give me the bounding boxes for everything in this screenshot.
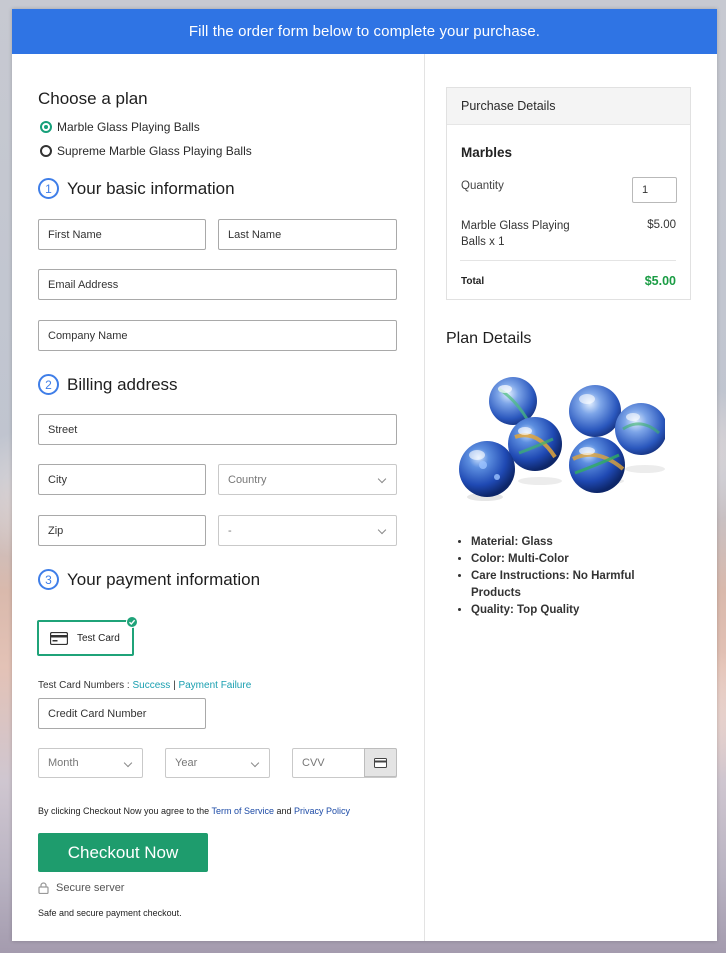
checkout-now-button[interactable]: Checkout Now (38, 833, 208, 872)
city-input[interactable]: City (38, 464, 206, 495)
step-1-icon: 1 (38, 178, 59, 199)
test-card-numbers-label: Test Card Numbers : (38, 680, 133, 691)
banner-text: Fill the order form below to complete yo… (188, 23, 541, 40)
total-amount: $5.00 (644, 274, 676, 288)
plan-details-heading: Plan Details (446, 330, 532, 347)
chevron-down-icon (123, 758, 133, 768)
form-column: Choose a plan Marble Glass Playing Balls… (12, 54, 424, 941)
product-name: Marbles (461, 145, 513, 160)
safe-checkout-text: Safe and secure payment checkout. (38, 908, 182, 918)
quantity-label: Quantity (461, 180, 504, 192)
email-input[interactable]: Email Address (38, 269, 397, 300)
card-icon-button[interactable] (364, 748, 397, 777)
street-input[interactable]: Street (38, 414, 397, 445)
test-card-label: Test Card (77, 632, 120, 644)
link-separator: | (173, 680, 176, 691)
year-select[interactable]: Year (165, 748, 270, 778)
basic-info-title: Your basic information (67, 178, 235, 198)
feature-item: Material: Glass (471, 534, 671, 551)
payment-failure-link[interactable]: Payment Failure (178, 680, 251, 691)
step-3-icon: 3 (38, 569, 59, 590)
privacy-policy-link[interactable]: Privacy Policy (294, 806, 350, 816)
month-select[interactable]: Month (38, 748, 143, 778)
step-2-icon: 2 (38, 374, 59, 395)
chevron-down-icon (250, 758, 260, 768)
country-select[interactable]: Country (218, 464, 397, 495)
total-label: Total (461, 276, 485, 287)
success-link[interactable]: Success (132, 680, 170, 691)
choose-plan-heading: Choose a plan (38, 89, 148, 108)
check-icon (126, 616, 138, 628)
purchase-details-heading: Purchase Details (447, 88, 690, 125)
agreement-and: and (273, 806, 294, 816)
credit-card-icon (50, 631, 68, 645)
last-name-input[interactable]: Last Name (218, 219, 397, 250)
terms-of-service-link[interactable]: Term of Service (211, 806, 274, 816)
state-select[interactable]: - (218, 515, 397, 546)
company-input[interactable]: Company Name (38, 320, 397, 351)
plan-option-marble-glass[interactable]: Marble Glass Playing Balls (40, 120, 200, 134)
first-name-input[interactable]: First Name (38, 219, 206, 250)
feature-item: Care Instructions: No Harmful Products (471, 568, 671, 602)
test-card-numbers: Test Card Numbers : Success | Payment Fa… (38, 680, 251, 691)
marbles-product-image (459, 377, 665, 501)
item-line-2: Balls x 1 (461, 236, 505, 248)
payment-heading: 3 Your payment information (38, 569, 260, 590)
cvv-placeholder: CVV (302, 757, 325, 769)
billing-title: Billing address (67, 374, 178, 394)
billing-heading: 2 Billing address (38, 374, 178, 395)
chevron-down-icon (377, 525, 387, 535)
payment-title: Your payment information (67, 569, 261, 589)
card-number-input[interactable]: Credit Card Number (38, 698, 206, 729)
country-select-value: Country (228, 473, 267, 486)
radio-unselected-icon[interactable] (40, 145, 52, 157)
secure-server-note: Secure server (38, 882, 124, 894)
cvv-input[interactable]: CVV (292, 748, 397, 778)
basic-info-heading: 1 Your basic information (38, 178, 235, 199)
lock-icon (38, 882, 49, 894)
item-price: $5.00 (647, 219, 676, 231)
chevron-down-icon (377, 474, 387, 484)
state-select-value: - (228, 524, 232, 537)
plan-features-list: Material: Glass Color: Multi-Color Care … (471, 534, 671, 619)
feature-item: Color: Multi-Color (471, 551, 671, 568)
radio-selected-icon[interactable] (40, 121, 52, 133)
item-line-1: Marble Glass Playing (461, 220, 570, 232)
top-banner: Fill the order form below to complete yo… (12, 9, 717, 54)
plan-option-supreme-marble[interactable]: Supreme Marble Glass Playing Balls (40, 144, 252, 158)
quantity-input[interactable]: 1 (632, 177, 677, 203)
month-select-value: Month (48, 757, 79, 769)
details-separator (460, 260, 676, 261)
agreement-prefix: By clicking Checkout Now you agree to th… (38, 806, 212, 816)
item-description: Marble Glass Playing Balls x 1 (461, 218, 570, 250)
summary-column: Purchase Details Marbles Quantity 1 Marb… (425, 54, 717, 941)
plan-option-label: Marble Glass Playing Balls (57, 120, 200, 134)
plan-option-label: Supreme Marble Glass Playing Balls (57, 144, 252, 158)
credit-card-icon (374, 757, 387, 768)
zip-input[interactable]: Zip (38, 515, 206, 546)
secure-server-text: Secure server (56, 882, 125, 894)
test-card-option[interactable]: Test Card (37, 616, 138, 656)
terms-agreement: By clicking Checkout Now you agree to th… (38, 806, 350, 816)
feature-item: Quality: Top Quality (471, 602, 671, 619)
order-form-frame: Fill the order form below to complete yo… (12, 9, 717, 941)
year-select-value: Year (175, 757, 198, 769)
purchase-details-box: Purchase Details Marbles Quantity 1 Marb… (446, 87, 691, 300)
